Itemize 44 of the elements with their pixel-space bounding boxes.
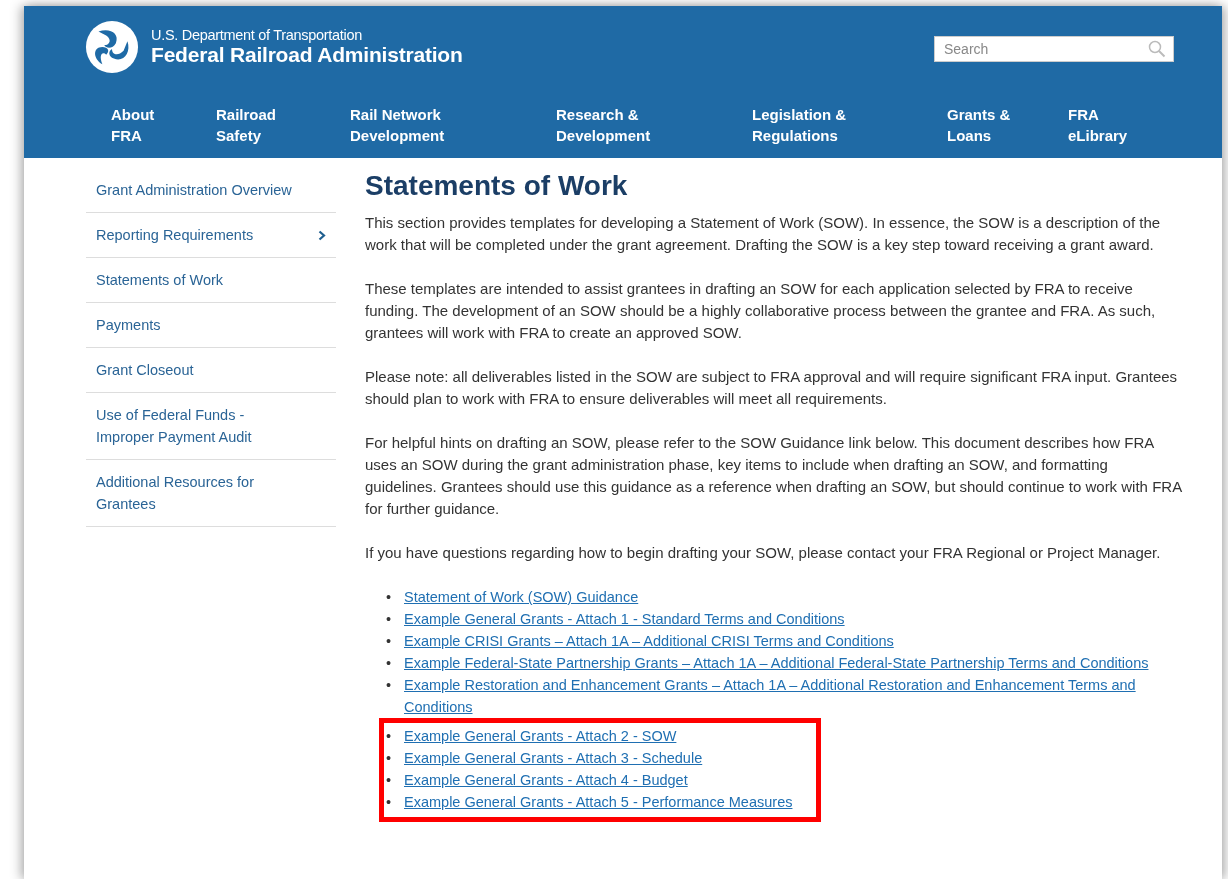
bullet: • xyxy=(386,771,393,790)
paragraph: Please note: all deliverables listed in the SOW are subject to FRA approval and will require significant FRA input. Grantees should plan to work with FRA to ensure deliverables will meet all requirements. xyxy=(365,367,1179,409)
document-link[interactable]: Example Restoration and Enhancement Grants – Attach 1A – Additional Restoration and Enhancement Terms and Conditions xyxy=(404,674,1182,718)
document-link[interactable]: Example Federal-State Partnership Grants – Attach 1A – Additional Federal-State Partnership Terms and Conditions xyxy=(404,652,1149,674)
sidebar-item[interactable]: Use of Federal Funds - Improper Payment Audit xyxy=(86,393,336,460)
paragraph: If you have questions regarding how to begin drafting your SOW, please contact your FRA Regional or Project Manager. xyxy=(365,543,1162,563)
logo-icon xyxy=(85,20,139,74)
nav-link[interactable]: Grants & Loans xyxy=(947,104,1068,146)
search-field[interactable]: Search xyxy=(934,36,1174,62)
document-link[interactable]: Example CRISI Grants – Attach 1A – Additional CRISI Terms and Conditions xyxy=(404,630,894,652)
sidebar-item[interactable]: Statements of Work xyxy=(86,258,336,303)
bullet: • xyxy=(386,588,393,607)
bullet: • xyxy=(386,610,393,629)
sidebar-item[interactable]: Grant Administration Overview xyxy=(86,168,336,213)
bullet: • xyxy=(386,793,393,812)
nav-link[interactable]: Rail Network Development xyxy=(350,104,556,146)
nav-link[interactable]: Research & Development xyxy=(556,104,752,146)
agency-name: U.S. Department of Transportation xyxy=(151,27,363,43)
document-link[interactable]: Example General Grants - Attach 1 - Standard Terms and Conditions xyxy=(404,608,845,630)
nav-link[interactable]: FRA eLibrary xyxy=(1068,104,1128,146)
bullet: • xyxy=(386,676,393,695)
sidebar-item[interactable]: Reporting Requirements xyxy=(86,213,336,258)
document-link[interactable]: Example General Grants - Attach 3 - Schedule xyxy=(404,747,703,769)
sidebar-item[interactable]: Grant Closeout xyxy=(86,348,336,393)
sidebar-item[interactable]: Payments xyxy=(86,303,336,348)
search-icon xyxy=(1148,40,1166,58)
document-link[interactable]: Statement of Work (SOW) Guidance xyxy=(404,586,639,608)
bullet: • xyxy=(386,654,393,673)
paragraph: For helpful hints on drafting an SOW, please refer to the SOW Guidance link below. This document describes how FRA uses an SOW during the grant administration phase, key items to include when drafting an SOW, and formatting guidelines. Grantees should use this guidance as a reference when drafting an SOW, but should continue to work with FRA for further guidance. xyxy=(365,433,1182,519)
document-link[interactable]: Example General Grants - Attach 4 - Budget xyxy=(404,769,688,791)
sidebar-item[interactable]: Additional Resources for Grantees xyxy=(86,460,336,527)
bullet: • xyxy=(386,727,393,746)
bullet: • xyxy=(386,632,393,651)
chevron-icon xyxy=(318,229,326,241)
site-title: Federal Railroad Administration xyxy=(151,43,463,67)
nav-link[interactable]: Legislation & Regulations xyxy=(752,104,947,146)
paragraph: These templates are intended to assist grantees in drafting an SOW for each application selected by FRA to receive funding. The development of an SOW should be a highly collaborative process between the grantee and FRA. As such, grantees will work with FRA to create an approved SOW. xyxy=(365,279,1157,343)
bullet: • xyxy=(386,749,393,768)
nav-link[interactable]: About FRA xyxy=(111,104,216,146)
paragraph: This section provides templates for developing a Statement of Work (SOW). In essence, the SOW is a description of the work that will be completed under the grant agreement. Drafting the SOW is a key step toward receiving a grant award. xyxy=(365,213,1162,255)
document-link[interactable]: Example General Grants - Attach 2 - SOW xyxy=(404,725,677,747)
document-link[interactable]: Example General Grants - Attach 5 - Performance Measures xyxy=(404,791,793,813)
nav-link[interactable]: Railroad Safety xyxy=(216,104,350,146)
page-heading: Statements of Work xyxy=(365,170,629,202)
